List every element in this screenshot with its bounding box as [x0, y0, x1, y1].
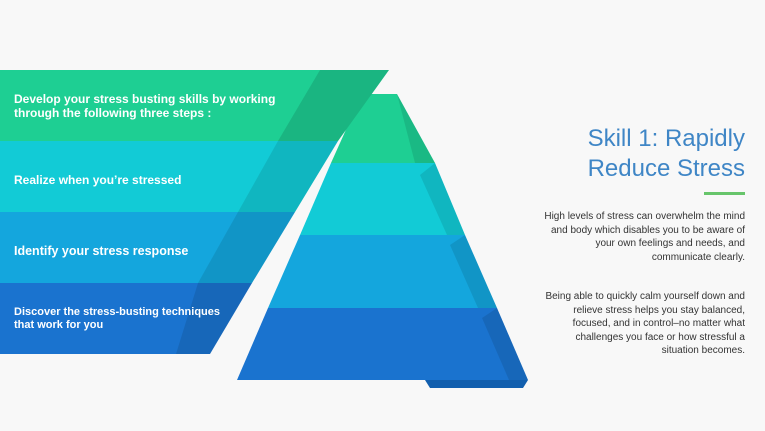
- skill-title: Skill 1: Rapidly Reduce Stress: [587, 125, 745, 182]
- description-paragraph-1: High levels of stress can overwhelm the …: [544, 211, 745, 263]
- title-underline: [704, 192, 745, 195]
- level-2-label: Realize when you’re stressed: [14, 173, 182, 187]
- description-paragraph-2: Being able to quickly calm yourself down…: [545, 291, 745, 356]
- level-4-label: Discover the stress-busting techniques t…: [14, 306, 220, 331]
- level-3-label: Identify your stress response: [14, 244, 189, 258]
- pyramid-base: [237, 380, 528, 388]
- slide: Develop your stress busting skills by wo…: [0, 0, 765, 431]
- level-1-label: Develop your stress busting skills by wo…: [14, 92, 276, 120]
